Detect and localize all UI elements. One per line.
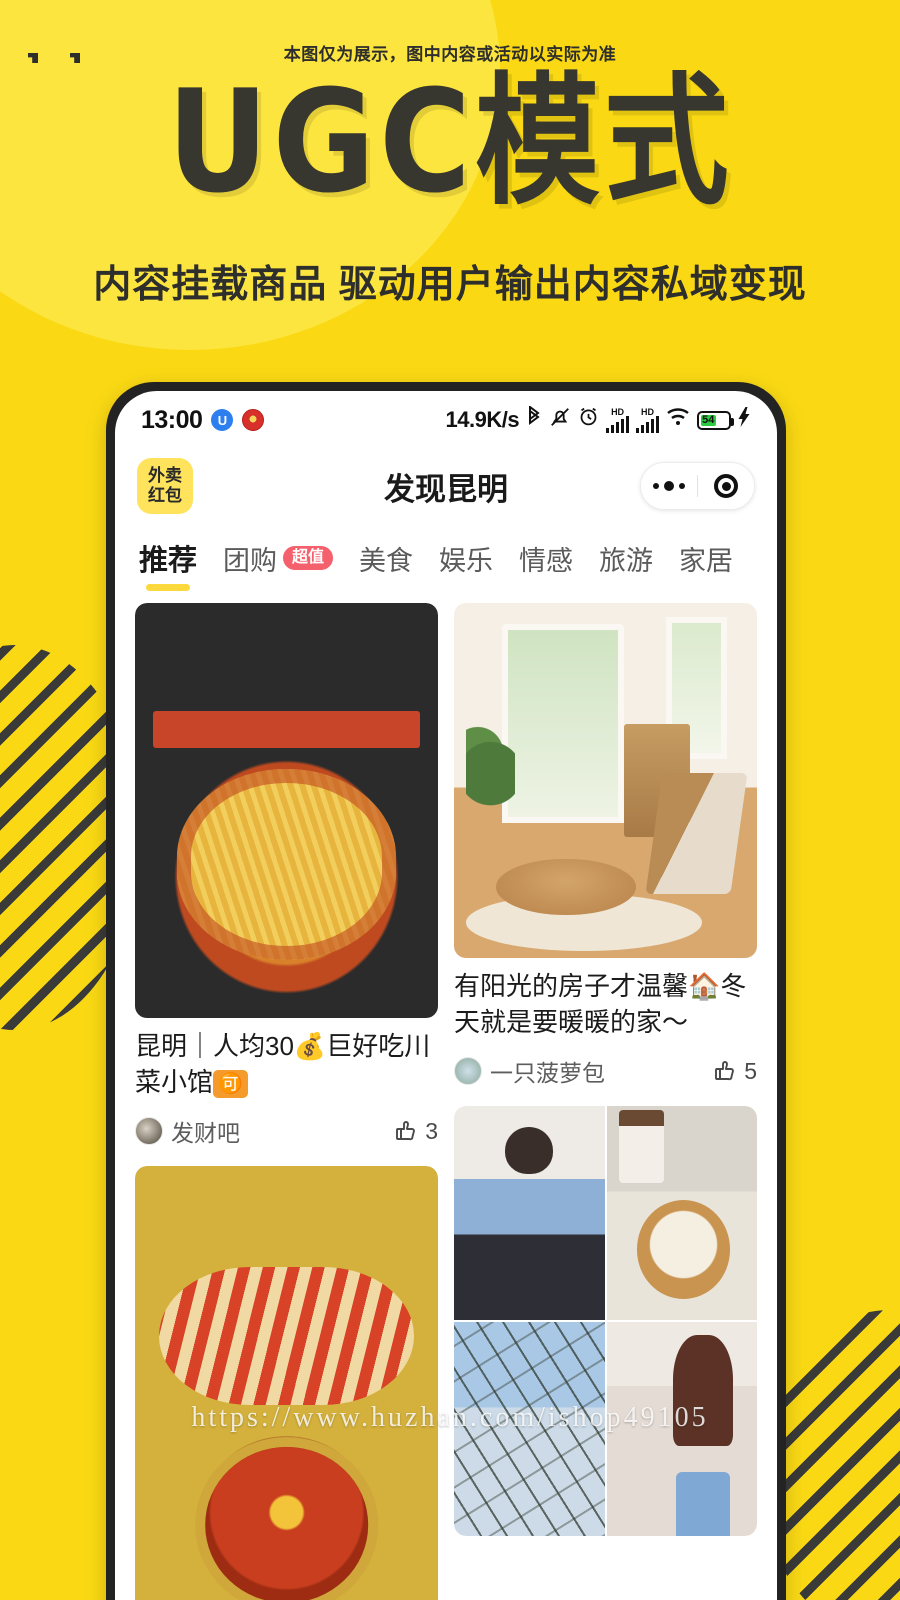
- tab-food-label: 美食: [359, 545, 414, 576]
- battery-icon: 54: [697, 410, 734, 430]
- status-bar-right: 14.9K/s HD HD 54: [445, 404, 751, 435]
- collage-tile-3: [454, 1322, 605, 1536]
- wifi-icon: [666, 406, 690, 434]
- thumbs-up-icon: [396, 1121, 416, 1141]
- collage-tile-1: [454, 1106, 605, 1320]
- like-count: 5: [744, 1057, 757, 1084]
- feed-card-title-text: 昆明｜人均30💰巨好吃川菜小馆: [135, 1031, 431, 1097]
- tab-travel-label: 旅游: [599, 545, 654, 576]
- bluetooth-icon: [526, 404, 542, 435]
- feed-card-lifestyle[interactable]: [454, 1106, 757, 1536]
- takeout-redpacket-button[interactable]: 外卖 红包: [137, 458, 193, 514]
- tab-emotion[interactable]: 情感: [519, 539, 573, 592]
- feed-card-meta: 发财吧 3: [135, 1114, 438, 1148]
- avatar[interactable]: [454, 1057, 482, 1085]
- collage-tile-2: [606, 1106, 757, 1320]
- tab-home[interactable]: 家居: [679, 539, 733, 592]
- like-button[interactable]: 3: [395, 1118, 438, 1145]
- like-button[interactable]: 5: [714, 1058, 757, 1085]
- more-dots-icon[interactable]: [641, 481, 697, 491]
- app-badge-blue-icon: U: [211, 409, 234, 431]
- phone-screen: 13:00 U 14.9K/s HD HD 54 外卖 红包 发现昆明 推荐 团…: [115, 391, 777, 1600]
- charging-bolt-icon: [738, 406, 751, 434]
- feed-card-author[interactable]: 一只菠萝包: [490, 1054, 605, 1088]
- poster-hero: 本图仅为展示，图中内容或活动以实际为准 UGC模式 内容挂载商品 驱动用户输出内…: [0, 0, 900, 308]
- disclaimer-text: 本图仅为展示，图中内容或活动以实际为准: [283, 45, 617, 64]
- like-count: 3: [425, 1117, 438, 1144]
- feed-card-bbq[interactable]: [135, 1166, 438, 1600]
- mute-bell-icon: [549, 406, 571, 435]
- feed-card-noodles[interactable]: 昆明｜人均30💰巨好吃川菜小馆 🉑 发财吧 3: [135, 603, 438, 1148]
- tab-travel[interactable]: 旅游: [599, 539, 653, 592]
- network-speed-label: 14.9K/s: [445, 407, 520, 432]
- status-time: 13:00: [141, 405, 203, 434]
- takeout-redpacket-line2: 红包: [148, 486, 182, 505]
- feed-card-title: 昆明｜人均30💰巨好吃川菜小馆 🉑: [135, 1028, 438, 1100]
- signal-2-hd-icon: HD: [636, 407, 659, 433]
- app-header: 外卖 红包 发现昆明: [115, 443, 777, 529]
- feed-column-left: 昆明｜人均30💰巨好吃川菜小馆 🉑 发财吧 3: [135, 603, 438, 1600]
- feed-card-title: 有阳光的房子才温馨🏠冬天就是要暖暖的家～: [454, 971, 747, 1037]
- alarm-clock-icon: [578, 406, 599, 434]
- lifestyle-collage-photo[interactable]: [454, 1106, 757, 1536]
- tab-emotion-label: 情感: [519, 545, 574, 576]
- tab-home-label: 家居: [679, 545, 734, 576]
- miniprogram-capsule[interactable]: [640, 462, 755, 510]
- waterfall-feed: 昆明｜人均30💰巨好吃川菜小馆 🉑 发财吧 3 有阳光的房子才温馨🏠冬天就是要暖…: [115, 593, 777, 1600]
- signal-1-hd-icon: HD: [606, 407, 630, 433]
- page-title: UGC模式: [167, 60, 733, 225]
- target-circle-icon[interactable]: [698, 474, 754, 498]
- korean-bbq-beef-platter-photo[interactable]: [135, 1166, 438, 1600]
- spicy-noodle-hotpot-photo[interactable]: [135, 603, 438, 1018]
- tab-groupbuy[interactable]: 团购 超值: [223, 539, 334, 592]
- feed-card-author[interactable]: 发财吧: [171, 1114, 240, 1148]
- tab-groupbuy-label: 团购: [223, 545, 278, 576]
- status-bar: 13:00 U 14.9K/s HD HD 54: [115, 391, 777, 443]
- tab-recommend[interactable]: 推荐: [139, 537, 197, 593]
- tab-recommend-label: 推荐: [139, 545, 198, 577]
- category-tabs: 推荐 团购 超值 美食 娱乐 情感 旅游 家居: [115, 529, 777, 593]
- thumbs-up-icon: [715, 1061, 735, 1081]
- quote-close-icon: [762, 228, 862, 298]
- feed-card-meta: 一只菠萝包 5: [454, 1054, 757, 1088]
- status-bar-left: 13:00 U: [141, 405, 265, 435]
- phone-mockup: 13:00 U 14.9K/s HD HD 54 外卖 红包 发现昆明 推荐 团…: [106, 382, 786, 1600]
- feed-card-home[interactable]: 有阳光的房子才温馨🏠冬天就是要暖暖的家～ 一只菠萝包 5: [454, 603, 757, 1088]
- takeout-redpacket-line1: 外卖: [148, 466, 182, 485]
- tab-entertainment-label: 娱乐: [439, 545, 494, 576]
- sunlit-living-room-photo[interactable]: [454, 603, 757, 958]
- feed-card-tag: 🉑: [213, 1070, 248, 1099]
- tab-food[interactable]: 美食: [359, 539, 413, 592]
- tab-groupbuy-badge: 超值: [283, 546, 334, 570]
- collage-tile-4: [606, 1322, 757, 1536]
- battery-level-label: 54: [701, 414, 716, 426]
- feed-column-right: 有阳光的房子才温馨🏠冬天就是要暖暖的家～ 一只菠萝包 5: [454, 603, 757, 1600]
- tab-entertainment[interactable]: 娱乐: [439, 539, 493, 592]
- app-badge-red-icon: [242, 409, 265, 431]
- avatar[interactable]: [135, 1117, 163, 1145]
